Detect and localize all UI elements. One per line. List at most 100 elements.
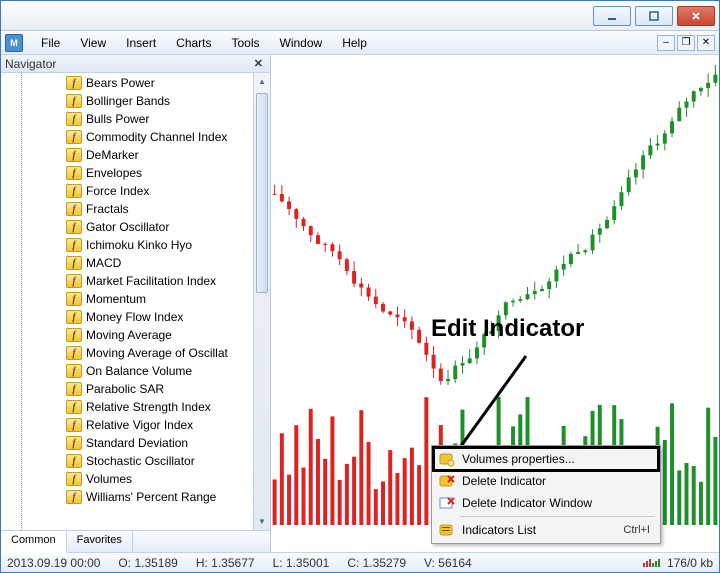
indicator-icon: f <box>66 400 82 414</box>
menu-charts[interactable]: Charts <box>166 33 221 53</box>
menu-tools[interactable]: Tools <box>222 33 270 53</box>
status-open: O: 1.35189 <box>118 556 177 570</box>
indicator-item[interactable]: f Williams' Percent Range <box>66 488 253 506</box>
status-connection: 176/0 kb <box>643 556 713 570</box>
indicator-item[interactable]: fVolumes <box>66 470 253 488</box>
indicator-item[interactable]: f MACD <box>66 254 253 272</box>
scroll-thumb[interactable] <box>256 93 268 293</box>
ctx-delete-indicator[interactable]: Delete Indicator <box>434 470 658 492</box>
mdi-close-button[interactable]: ✕ <box>697 35 715 51</box>
indicator-label: Force Index <box>86 184 149 198</box>
menu-help[interactable]: Help <box>332 33 377 53</box>
properties-icon <box>439 451 455 467</box>
indicator-icon: f <box>66 202 82 216</box>
indicator-label: Bulls Power <box>86 112 149 126</box>
titlebar <box>1 1 719 31</box>
delete-indicator-icon <box>439 473 455 489</box>
indicator-item[interactable]: fDeMarker <box>66 146 253 164</box>
app-window: M File View Insert Charts Tools Window H… <box>0 0 720 573</box>
navigator-header: Navigator ✕ <box>1 55 270 73</box>
connection-icon <box>643 559 660 567</box>
menu-window[interactable]: Window <box>270 33 333 53</box>
menu-insert[interactable]: Insert <box>116 33 166 53</box>
indicator-item[interactable]: f Envelopes <box>66 164 253 182</box>
indicator-label: Relative Vigor Index <box>86 418 193 432</box>
indicator-label: Envelopes <box>86 166 142 180</box>
indicator-icon: f <box>66 364 82 378</box>
indicator-icon: f <box>66 256 82 270</box>
indicator-icon: f <box>66 238 82 252</box>
indicator-label: Gator Oscillator <box>86 220 169 234</box>
body: Navigator ✕ fBears PowerfBollinger Bands… <box>1 55 719 552</box>
ctx-properties[interactable]: Volumes properties... <box>434 448 658 470</box>
maximize-button[interactable] <box>635 6 673 26</box>
indicator-item[interactable]: fMoving Average <box>66 326 253 344</box>
indicator-item[interactable]: fFractals <box>66 200 253 218</box>
indicator-label: MACD <box>86 256 121 270</box>
indicator-icon: f <box>66 148 82 162</box>
indicator-label: Standard Deviation <box>86 436 188 450</box>
indicator-item[interactable]: fMoving Average of Oscillat <box>66 344 253 362</box>
indicator-item[interactable]: fParabolic SAR <box>66 380 253 398</box>
indicator-label: Relative Strength Index <box>86 400 211 414</box>
indicator-item[interactable]: f Bulls Power <box>66 110 253 128</box>
mdi-controls: ‒ ❐ ✕ <box>657 35 719 51</box>
indicator-item[interactable]: fStochastic Oscillator <box>66 452 253 470</box>
ctx-delete-window[interactable]: Delete Indicator Window <box>434 492 658 514</box>
navigator-scrollbar[interactable]: ▲ ▼ <box>253 73 270 530</box>
menu-file[interactable]: File <box>31 33 70 53</box>
context-menu: Volumes properties... Delete Indicator D… <box>431 445 661 544</box>
scroll-up-icon[interactable]: ▲ <box>254 73 270 90</box>
indicator-item[interactable]: fRelative Vigor Index <box>66 416 253 434</box>
navigator-panel: Navigator ✕ fBears PowerfBollinger Bands… <box>1 55 271 552</box>
scroll-down-icon[interactable]: ▼ <box>254 513 270 530</box>
minimize-button[interactable] <box>593 6 631 26</box>
indicator-icon: f <box>66 346 82 360</box>
mdi-restore-button[interactable]: ❐ <box>677 35 695 51</box>
app-icon: M <box>5 34 23 52</box>
statusbar: 2013.09.19 00:00 O: 1.35189 H: 1.35677 L… <box>1 552 719 572</box>
indicator-item[interactable]: fBears Power <box>66 74 253 92</box>
indicator-item[interactable]: fGator Oscillator <box>66 218 253 236</box>
indicator-item[interactable]: fMoney Flow Index <box>66 308 253 326</box>
mdi-minimize-button[interactable]: ‒ <box>657 35 675 51</box>
indicator-icon: f <box>66 130 82 144</box>
indicator-item[interactable]: f Relative Strength Index <box>66 398 253 416</box>
status-high: H: 1.35677 <box>196 556 255 570</box>
indicator-item[interactable]: f Bollinger Bands <box>66 92 253 110</box>
indicator-icon: f <box>66 94 82 108</box>
indicator-label: Ichimoku Kinko Hyo <box>86 238 192 252</box>
ctx-properties-label: Volumes properties... <box>462 452 575 466</box>
indicator-item[interactable]: f On Balance Volume <box>66 362 253 380</box>
indicator-item[interactable]: fMomentum <box>66 290 253 308</box>
indicator-icon: f <box>66 76 82 90</box>
menu-view[interactable]: View <box>70 33 116 53</box>
indicator-item[interactable]: fCommodity Channel Index <box>66 128 253 146</box>
tab-common[interactable]: Common <box>1 531 67 553</box>
ctx-indicators-list[interactable]: Indicators List Ctrl+I <box>434 519 658 541</box>
ctx-indicators-list-label: Indicators List <box>462 523 536 537</box>
indicator-item[interactable]: fForce Index <box>66 182 253 200</box>
navigator-title: Navigator <box>5 57 56 71</box>
window-controls <box>593 6 715 26</box>
indicator-icon: f <box>66 454 82 468</box>
indicator-item[interactable]: fMarket Facilitation Index <box>66 272 253 290</box>
indicator-icon: f <box>66 490 82 504</box>
navigator-close-button[interactable]: ✕ <box>251 57 266 70</box>
indicator-item[interactable]: f Ichimoku Kinko Hyo <box>66 236 253 254</box>
menubar: M File View Insert Charts Tools Window H… <box>1 31 719 55</box>
ctx-separator <box>460 516 654 517</box>
indicator-icon: f <box>66 328 82 342</box>
tab-favorites[interactable]: Favorites <box>67 531 133 552</box>
indicator-icon: f <box>66 112 82 126</box>
indicator-label: Money Flow Index <box>86 310 183 324</box>
navigator-tabs: Common Favorites <box>1 530 270 552</box>
indicator-label: Bollinger Bands <box>86 94 170 108</box>
indicator-list: fBears PowerfBollinger BandsfBulls Power… <box>21 73 253 530</box>
close-button[interactable] <box>677 6 715 26</box>
indicator-icon: f <box>66 166 82 180</box>
indicator-icon: f <box>66 382 82 396</box>
indicator-label: On Balance Volume <box>86 364 192 378</box>
indicator-label: Williams' Percent Range <box>86 490 216 504</box>
indicator-item[interactable]: fStandard Deviation <box>66 434 253 452</box>
